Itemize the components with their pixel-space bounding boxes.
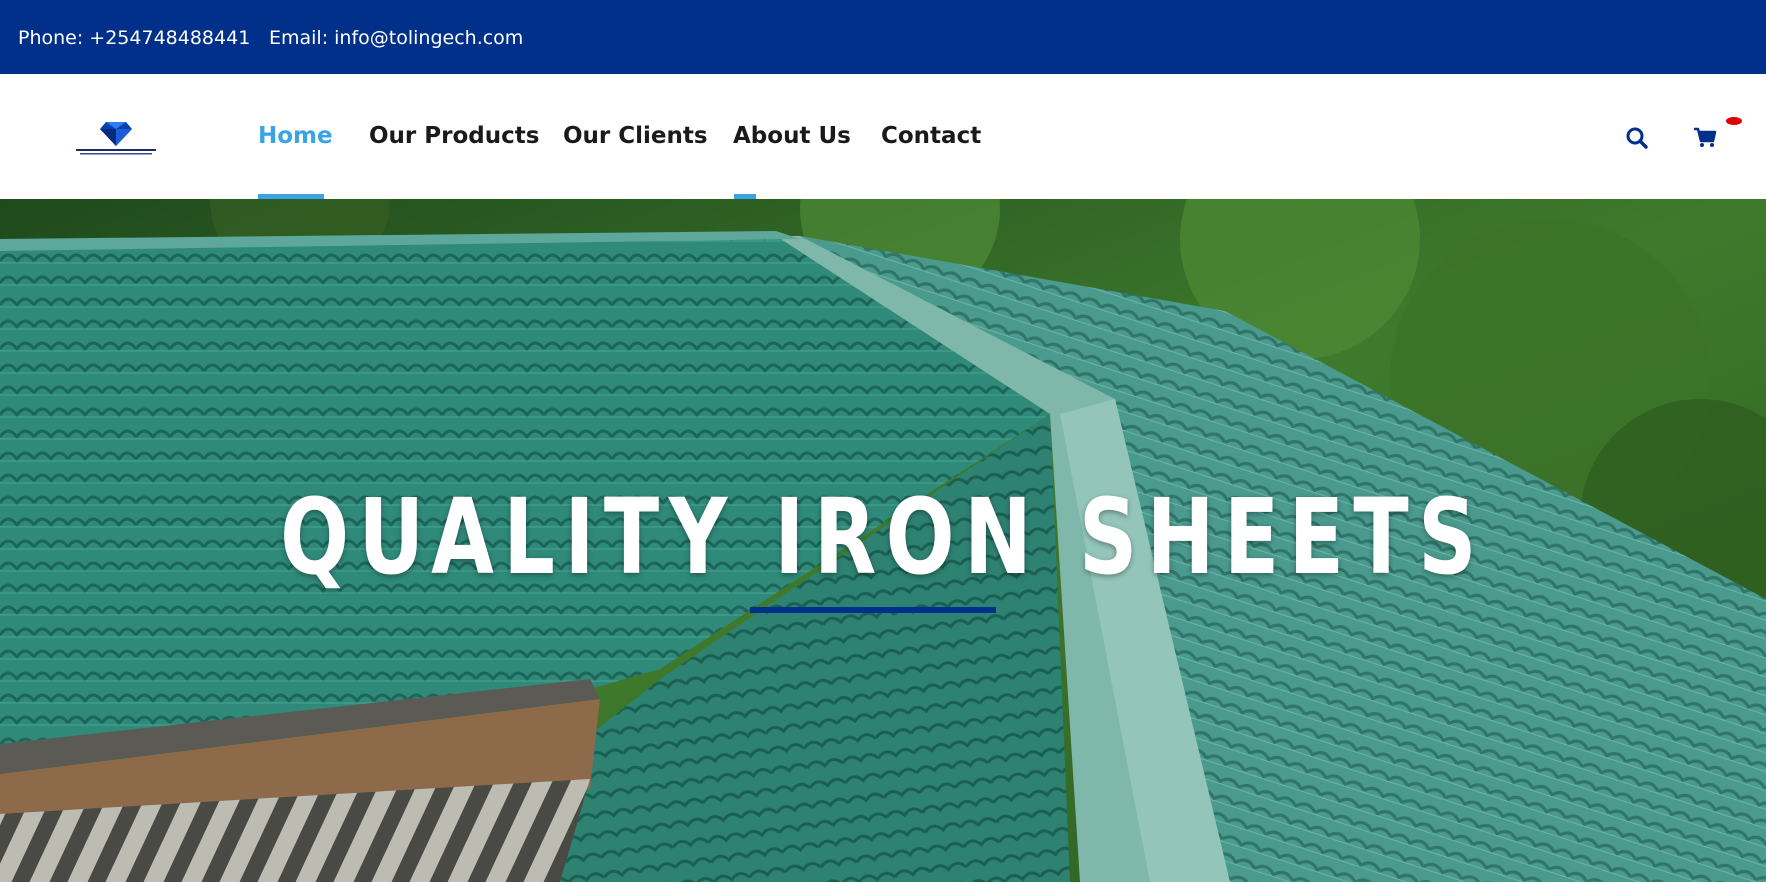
- site-logo[interactable]: [74, 118, 158, 158]
- diamond-logo-icon: [76, 122, 156, 155]
- email-text[interactable]: Email: info@tolingech.com: [269, 24, 523, 52]
- hero-title-underline: [750, 607, 996, 613]
- top-contact-bar: Phone: +254748488441 Email: info@tolinge…: [0, 0, 1766, 74]
- hero-banner: QUALITY IRON SHEETS: [0, 199, 1766, 882]
- hero-title: QUALITY IRON SHEETS: [280, 476, 1486, 598]
- phone-text[interactable]: Phone: +254748488441: [18, 24, 250, 52]
- nav-our-clients[interactable]: Our Clients: [563, 120, 708, 152]
- cart-badge: [1726, 117, 1742, 125]
- cart-icon[interactable]: [1693, 127, 1717, 153]
- nav-contact[interactable]: Contact: [881, 120, 981, 152]
- nav-home[interactable]: Home: [258, 120, 333, 152]
- nav-our-products[interactable]: Our Products: [369, 120, 539, 152]
- nav-about-us[interactable]: About Us: [733, 120, 851, 152]
- search-icon[interactable]: [1625, 126, 1649, 154]
- site-header: Home Our Products Our Clients About Us C…: [0, 74, 1766, 199]
